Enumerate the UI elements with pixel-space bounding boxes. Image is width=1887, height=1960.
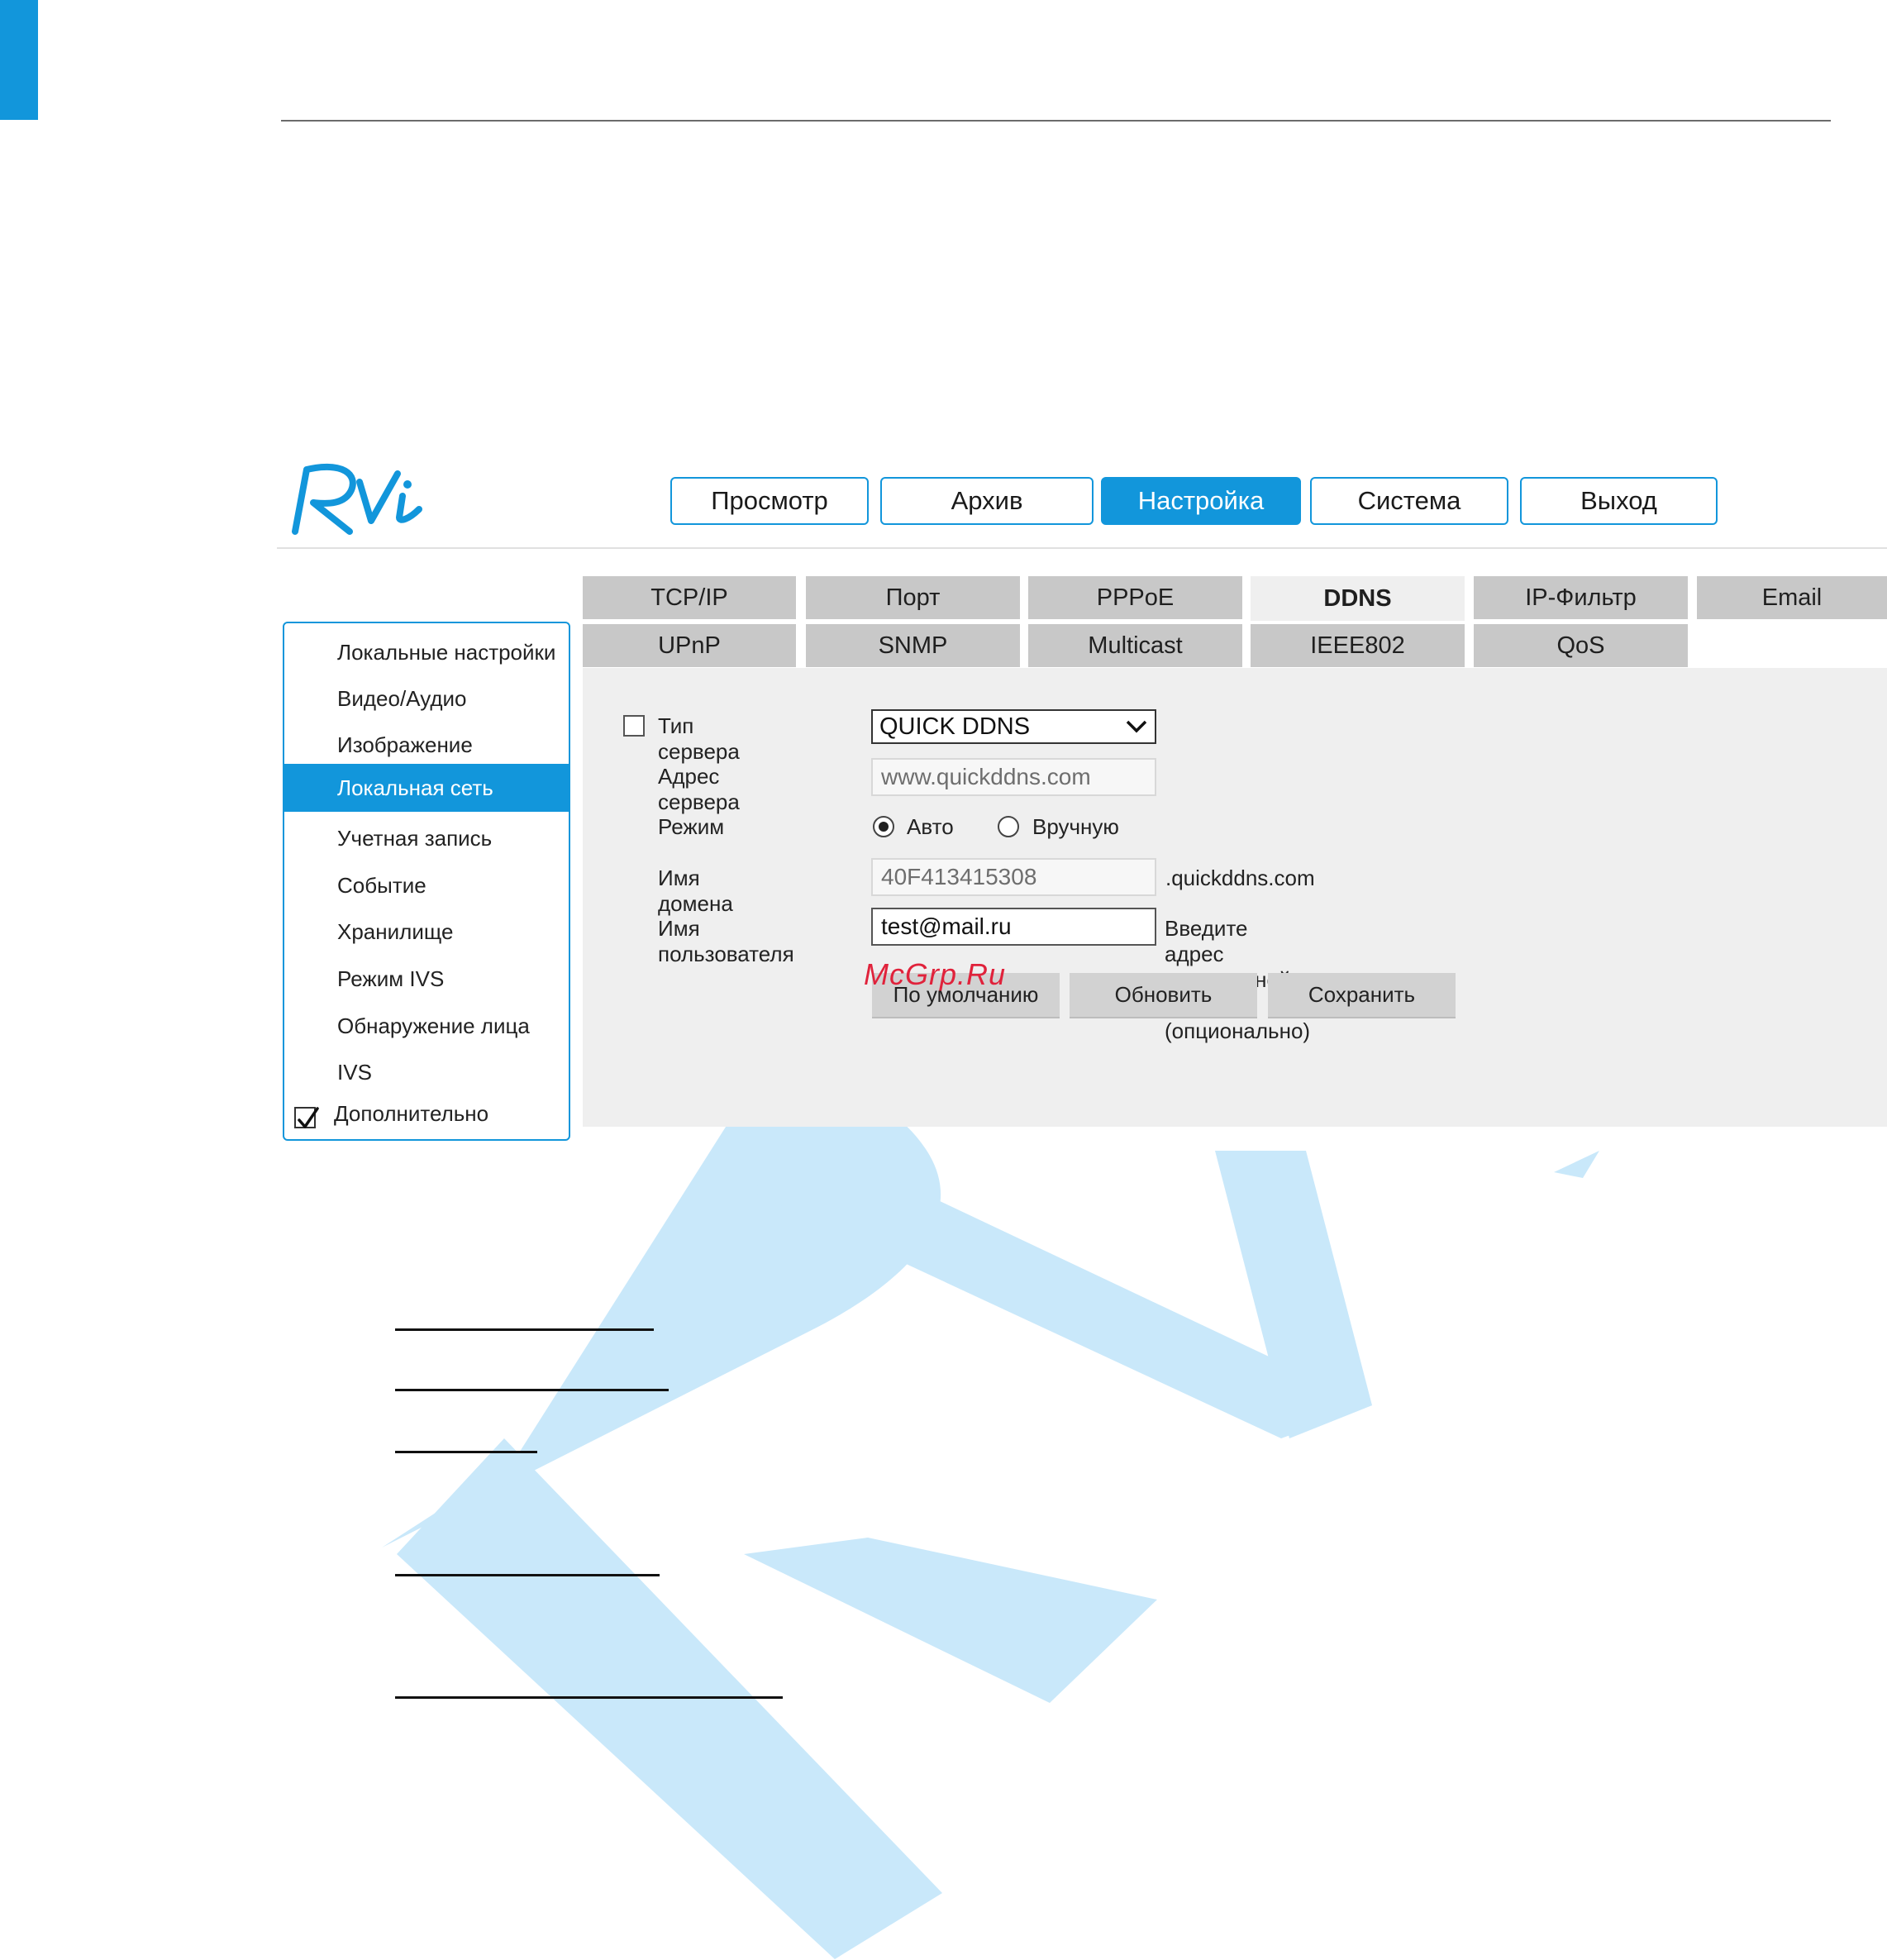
sidebar-item-account[interactable]: Учетная запись bbox=[284, 816, 569, 861]
nav-view-button[interactable]: Просмотр bbox=[670, 477, 869, 525]
tab-port[interactable]: Порт bbox=[806, 576, 1020, 619]
sidebar-item-event[interactable]: Событие bbox=[284, 863, 569, 908]
mode-auto-radio[interactable] bbox=[873, 816, 894, 837]
tab-ieee802[interactable]: IEEE802 bbox=[1251, 624, 1465, 667]
ddns-panel bbox=[583, 668, 1887, 1127]
server-type-checkbox[interactable] bbox=[623, 715, 645, 737]
underline-rule bbox=[395, 1451, 537, 1453]
rvi-logo bbox=[285, 453, 434, 544]
save-button[interactable]: Сохранить bbox=[1268, 973, 1456, 1018]
sidebar-item-local-network[interactable]: Локальная сеть bbox=[284, 764, 569, 812]
tab-multicast[interactable]: Multicast bbox=[1028, 624, 1242, 667]
settings-sidebar: Локальные настройки Видео/Аудио Изображе… bbox=[283, 622, 570, 1141]
mcgrp-stamp: McGrp.Ru bbox=[864, 957, 1007, 991]
username-label: Имя пользователя bbox=[658, 916, 794, 966]
underline-rule bbox=[395, 1389, 669, 1391]
server-address-label: Адрес сервера bbox=[658, 764, 740, 814]
domain-label: Имя домена bbox=[658, 866, 733, 916]
username-input[interactable]: test@mail.ru bbox=[871, 908, 1156, 946]
tab-snmp[interactable]: SNMP bbox=[806, 624, 1020, 667]
server-type-select[interactable]: QUICK DDNS bbox=[871, 709, 1156, 744]
underline-rule bbox=[395, 1696, 783, 1699]
tab-upnp[interactable]: UPnP bbox=[583, 624, 796, 667]
chevron-down-icon bbox=[1126, 720, 1147, 733]
tab-ddns[interactable]: DDNS bbox=[1251, 576, 1465, 621]
underline-rule bbox=[395, 1328, 654, 1331]
server-type-value: QUICK DDNS bbox=[879, 713, 1031, 740]
advanced-checkbox[interactable] bbox=[294, 1107, 319, 1128]
header-divider bbox=[281, 120, 1831, 122]
sidebar-item-ivs-mode[interactable]: Режим IVS bbox=[284, 956, 569, 1001]
nav-divider bbox=[277, 547, 1887, 549]
tab-tcpip[interactable]: TCP/IP bbox=[583, 576, 796, 619]
sidebar-item-image[interactable]: Изображение bbox=[284, 722, 569, 767]
sidebar-item-local-settings[interactable]: Локальные настройки bbox=[284, 630, 569, 675]
domain-input: 40F413415308 bbox=[871, 858, 1156, 896]
sidebar-item-ivs[interactable]: IVS bbox=[284, 1050, 569, 1094]
server-address-input: www.quickddns.com bbox=[871, 758, 1156, 796]
mode-manual-label: Вручную bbox=[1032, 814, 1119, 839]
underline-rule bbox=[395, 1574, 660, 1576]
tab-pppoe[interactable]: PPPoE bbox=[1028, 576, 1242, 619]
domain-suffix: .quickddns.com bbox=[1165, 866, 1315, 890]
sidebar-item-video-audio[interactable]: Видео/Аудио bbox=[284, 676, 569, 721]
rvi-logo-icon bbox=[292, 463, 422, 535]
refresh-button[interactable]: Обновить bbox=[1070, 973, 1257, 1018]
mode-manual-radio[interactable] bbox=[998, 816, 1019, 837]
advanced-label: Дополнительно bbox=[334, 1101, 489, 1126]
accent-bar bbox=[0, 0, 38, 120]
server-type-label: Тип сервера bbox=[658, 713, 740, 764]
nav-archive-button[interactable]: Архив bbox=[880, 477, 1094, 525]
tab-ip-filter[interactable]: IP-Фильтр bbox=[1474, 576, 1688, 619]
mode-auto-label: Авто bbox=[907, 814, 954, 839]
nav-settings-button[interactable]: Настройка bbox=[1101, 477, 1301, 525]
nav-exit-button[interactable]: Выход bbox=[1520, 477, 1718, 525]
tab-qos[interactable]: QoS bbox=[1474, 624, 1688, 667]
checkmark-icon bbox=[298, 1107, 319, 1128]
mode-label: Режим bbox=[658, 814, 725, 839]
nav-system-button[interactable]: Система bbox=[1310, 477, 1508, 525]
sidebar-item-face-detection[interactable]: Обнаружение лица bbox=[284, 1004, 569, 1048]
sidebar-item-storage[interactable]: Хранилище bbox=[284, 909, 569, 954]
tab-email[interactable]: Email bbox=[1697, 576, 1887, 619]
